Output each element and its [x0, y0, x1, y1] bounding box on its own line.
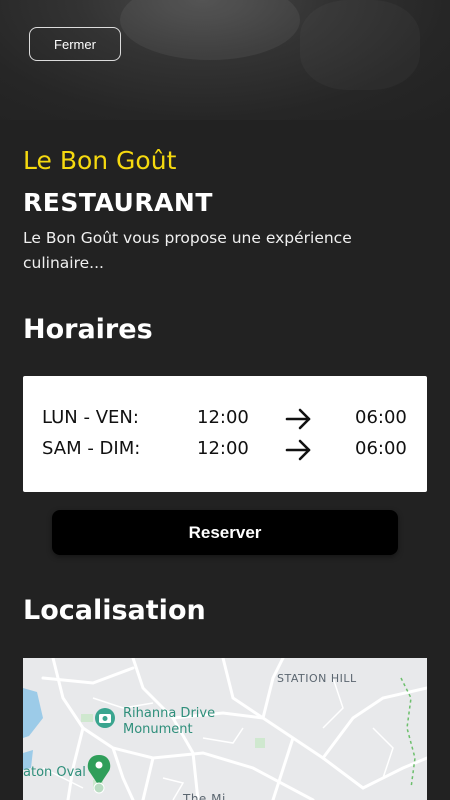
hours-card: LUN - VEN: 12:00 06:00 SAM - DIM: 12:00 …	[23, 376, 427, 492]
close-button[interactable]: Fermer	[29, 27, 121, 61]
hours-close: 06:00	[355, 438, 407, 459]
map-label-monument-line2: Monument	[123, 722, 193, 737]
hours-days: SAM - DIM:	[42, 438, 141, 459]
hours-days: LUN - VEN:	[42, 407, 139, 428]
hours-row: LUN - VEN: 12:00 06:00	[23, 404, 427, 434]
hero-shape	[300, 0, 420, 90]
map-label-station: STATION HILL	[277, 672, 357, 685]
hours-open: 12:00	[197, 407, 249, 428]
restaurant-description: Le Bon Goût vous propose une expérience …	[23, 229, 352, 272]
map-label-monument-line1: Rihanna Drive	[123, 706, 216, 721]
map-label-oval: aton Oval	[23, 765, 86, 780]
hero-shape	[120, 0, 300, 60]
hours-open: 12:00	[197, 438, 249, 459]
arrow-right-icon	[285, 406, 313, 432]
reserve-button[interactable]: Reserver	[52, 510, 398, 555]
map-label-monument: Rihanna Drive Monument	[123, 706, 215, 738]
location-heading: Localisation	[23, 595, 206, 626]
restaurant-name: Le Bon Goût	[23, 146, 177, 175]
restaurant-type: RESTAURANT	[23, 188, 213, 217]
arrow-right-icon	[285, 437, 313, 463]
map-label-bottom: The Mi	[183, 792, 226, 800]
hours-close: 06:00	[355, 407, 407, 428]
hours-row: SAM - DIM: 12:00 06:00	[23, 435, 427, 465]
hours-heading: Horaires	[23, 314, 153, 345]
location-map[interactable]: STATION HILL Rihanna Drive Monument aton…	[23, 658, 427, 800]
